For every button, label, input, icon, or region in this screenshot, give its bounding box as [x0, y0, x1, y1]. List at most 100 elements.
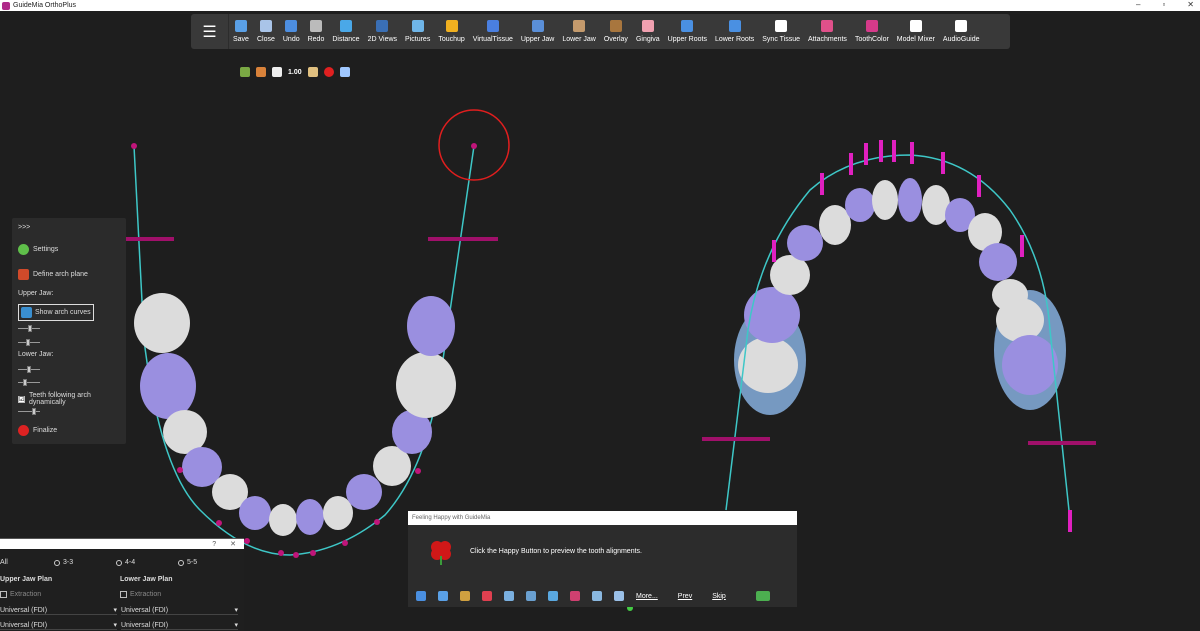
lower-extraction-row[interactable]: Extraction	[120, 591, 161, 598]
lower-jaw-icon	[573, 20, 586, 32]
lower-slider-2[interactable]	[18, 379, 40, 386]
upper-jaw-icon	[531, 20, 544, 32]
tooth-color-icon	[865, 20, 878, 32]
tool-distance-button[interactable]: Distance	[328, 14, 363, 49]
tooth-icon[interactable]	[504, 591, 514, 601]
mic-off-icon	[955, 20, 968, 32]
settings-row[interactable]: Settings	[18, 244, 58, 255]
sync-tissue-icon	[775, 20, 788, 32]
minimize-button[interactable]: –	[1136, 0, 1140, 9]
define-arch-plane-row[interactable]: Define arch plane	[18, 269, 88, 280]
main-toolbar: ☰ Save Close Undo Redo Distance 2D Views Pictu…	[191, 14, 1010, 49]
museum-icon[interactable]	[592, 591, 602, 601]
prev-link[interactable]: Prev	[678, 593, 692, 600]
upper-extraction-checkbox[interactable]	[0, 591, 7, 598]
lower-numbering-select-1[interactable]: Universal (FDI) ▾	[121, 606, 238, 615]
tool-lower-jaw-button[interactable]: Lower Jaw	[558, 14, 599, 49]
help-button[interactable]: ?	[212, 541, 216, 548]
teeth-following-row[interactable]: ☑ Teeth following arch dynamically	[18, 392, 126, 406]
happy-dialog: Feeling Happy with GuideMia Click the Ha…	[408, 511, 797, 607]
chart-icon[interactable]	[614, 591, 624, 601]
more-link[interactable]: More...	[636, 593, 658, 600]
search-tooth-icon[interactable]	[526, 591, 536, 601]
tool-upper-roots-button[interactable]: Upper Roots	[664, 14, 711, 49]
lower-numbering-select-2[interactable]: Universal (FDI) ▾	[121, 621, 238, 630]
tool-label: VirtualTissue	[472, 36, 513, 43]
upper-plan-title: Upper Jaw Plan	[0, 576, 53, 583]
upper-extraction-row[interactable]: Extraction	[0, 591, 41, 598]
gingiva-icon	[641, 20, 654, 32]
app-logo-icon	[2, 1, 10, 10]
skip-link[interactable]: Skip	[712, 593, 726, 600]
tool-lower-roots-button[interactable]: Lower Roots	[711, 14, 758, 49]
title-bar: GuideMia OrthoPlus – ▫ ✕	[0, 0, 1200, 11]
tool-touchup-button[interactable]: Touchup	[434, 14, 468, 49]
tool-overlay-button[interactable]: Overlay	[600, 14, 632, 49]
tool-sync-tissue-button[interactable]: Sync Tissue	[758, 14, 804, 49]
picture-icon	[411, 20, 424, 32]
tool-label: AudioGuide	[942, 36, 980, 43]
attachment-small-icon[interactable]	[570, 591, 580, 601]
tool-virtualtissue-button[interactable]: VirtualTissue	[469, 14, 517, 49]
teeth-following-label: Teeth following arch dynamically	[29, 392, 91, 406]
save-small-icon[interactable]	[438, 591, 448, 601]
tool-model-mixer-button[interactable]: Model Mixer	[893, 14, 939, 49]
maximize-button[interactable]: ▫	[1162, 0, 1165, 9]
tool-gingiva-button[interactable]: Gingiva	[632, 14, 664, 49]
radio-3-3[interactable]: 3-3	[54, 559, 73, 568]
window-controls: – ▫ ✕	[1136, 0, 1194, 9]
upper-slider-2[interactable]	[18, 339, 40, 346]
tool-undo-button[interactable]: Undo	[279, 14, 304, 49]
settings-label: Settings	[33, 246, 59, 253]
list-icon[interactable]	[416, 591, 426, 601]
tissue-arc-icon	[486, 20, 499, 32]
aligner-icon[interactable]	[482, 591, 492, 601]
close-window-button[interactable]: ✕	[1187, 0, 1194, 9]
clover-icon[interactable]	[428, 538, 454, 566]
lower-slider-1[interactable]	[18, 366, 40, 373]
lower-jaw-label: Lower Jaw:	[18, 351, 54, 358]
dynamic-slider[interactable]	[18, 408, 40, 415]
upper-slider-1[interactable]	[18, 325, 40, 332]
tool-upper-jaw-button[interactable]: Upper Jaw	[517, 14, 558, 49]
finalize-row[interactable]: Finalize	[18, 425, 57, 436]
upper-teeth-group	[734, 178, 1066, 415]
teeth-following-checkbox[interactable]: ☑	[18, 395, 25, 403]
hamburger-menu-button[interactable]: ☰	[191, 14, 229, 49]
radio-5-5[interactable]: 5-5	[178, 559, 197, 568]
tool-label: Lower Jaw	[562, 36, 596, 43]
tool-label: Upper Roots	[667, 36, 707, 43]
close-file-icon	[259, 20, 272, 32]
tool-2d-views-button[interactable]: 2D Views	[364, 14, 401, 49]
happy-button-icon[interactable]	[755, 591, 770, 601]
upper-numbering-select-1[interactable]: Universal (FDI) ▾	[0, 606, 117, 615]
tool-label: ToothColor	[854, 36, 889, 43]
radio-4-4[interactable]: 4-4	[116, 559, 135, 568]
tool-audioguide-button[interactable]: AudioGuide	[939, 14, 984, 49]
plan-close-button[interactable]: ✕	[230, 540, 236, 548]
undo-icon	[285, 20, 298, 32]
ruler-icon	[339, 20, 352, 32]
tool-save-button[interactable]: Save	[229, 14, 253, 49]
tools-icon[interactable]	[460, 591, 470, 601]
tool-attachments-button[interactable]: Attachments	[804, 14, 851, 49]
show-arch-curves-button[interactable]: Show arch curves	[18, 304, 94, 321]
panel-expand[interactable]: >>>	[18, 224, 30, 231]
arch-end-point-right	[471, 143, 477, 149]
power-icon	[18, 425, 29, 436]
screen-icon[interactable]	[548, 591, 558, 601]
upper-roots-icon	[681, 20, 694, 32]
tool-label: Pictures	[405, 36, 431, 43]
upper-numbering-select-2[interactable]: Universal (FDI) ▾	[0, 621, 117, 630]
arch-handle-right	[428, 237, 498, 241]
radio-all[interactable]: All	[0, 559, 8, 566]
lower-extraction-checkbox[interactable]	[120, 591, 127, 598]
tool-close-button[interactable]: Close	[253, 14, 279, 49]
tool-toothcolor-button[interactable]: ToothColor	[851, 14, 893, 49]
tool-label: Save	[233, 36, 249, 43]
tool-pictures-button[interactable]: Pictures	[401, 14, 434, 49]
touchup-icon	[445, 20, 458, 32]
tool-redo-button[interactable]: Redo	[304, 14, 329, 49]
arch-settings-panel: >>> Settings Define arch plane Upper Jaw…	[12, 218, 126, 444]
plan-panel-titlebar: ? ✕	[0, 539, 244, 549]
